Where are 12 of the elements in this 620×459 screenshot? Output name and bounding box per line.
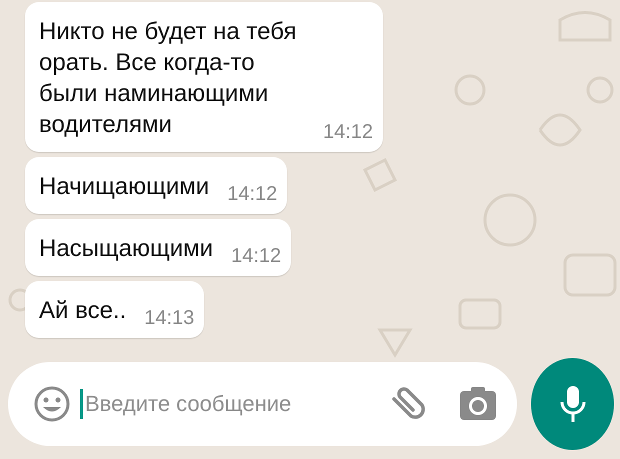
message-text: Начищающими	[39, 172, 210, 202]
message-text: Ай все..	[39, 296, 126, 326]
microphone-icon	[560, 384, 586, 424]
message-time: 14:13	[144, 307, 194, 330]
emoji-icon[interactable]	[32, 384, 72, 424]
message-text: Насыщающими	[39, 234, 214, 264]
message-time: 14:12	[323, 121, 374, 144]
message-time: 14:12	[231, 245, 282, 268]
message-field[interactable]: Введите сообщение	[80, 389, 375, 419]
camera-icon[interactable]	[459, 387, 497, 421]
message-time: 14:12	[227, 183, 278, 206]
message-text: Никто не будет на тебя орать. Все когда-то были наминающими водителями	[39, 17, 298, 140]
